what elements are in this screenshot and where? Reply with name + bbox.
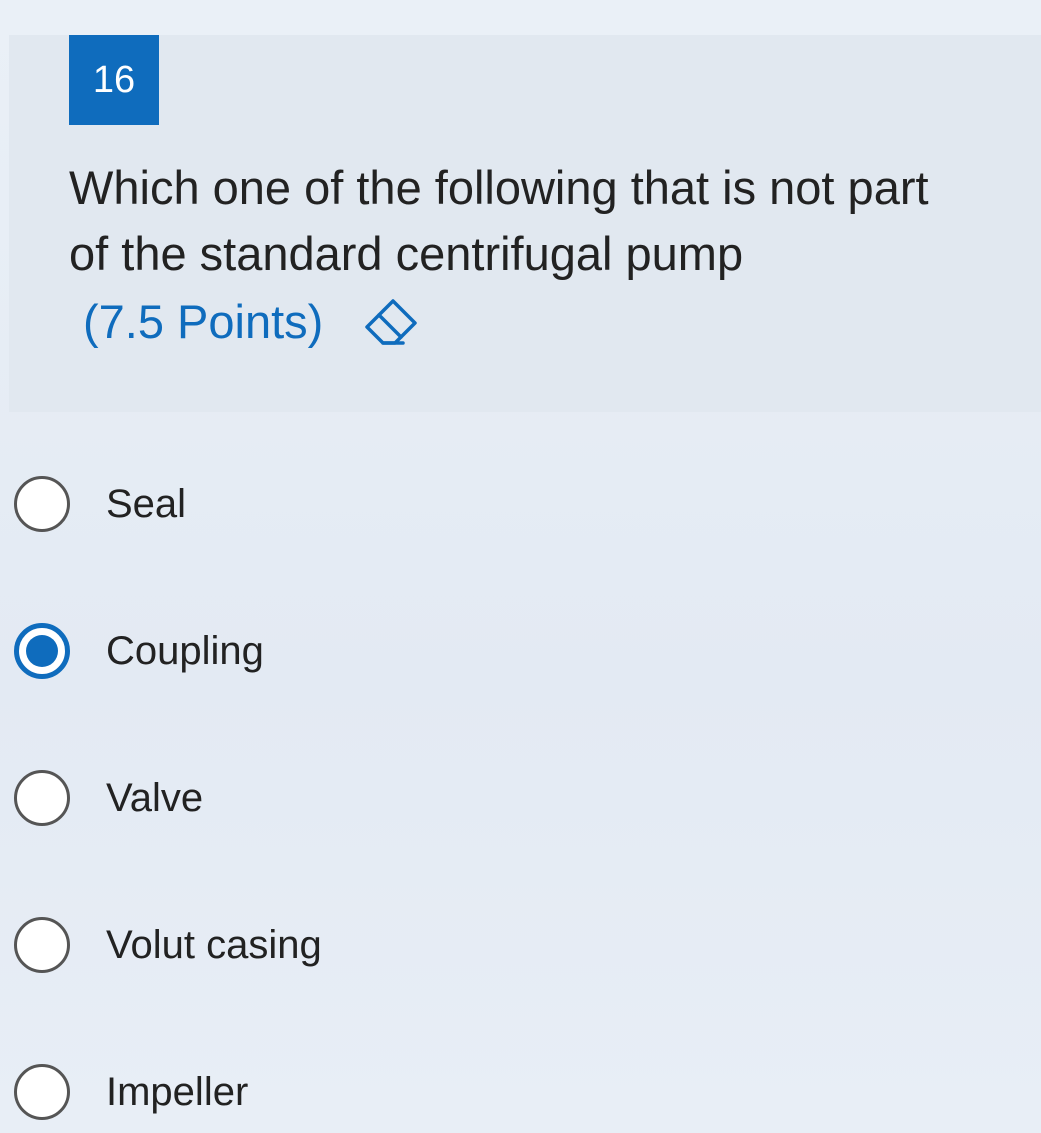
option-impeller[interactable]: Impeller (14, 1062, 248, 1122)
option-label: Impeller (106, 1069, 249, 1114)
option-seal[interactable]: Seal (14, 474, 186, 534)
radio-button[interactable] (14, 1064, 70, 1120)
radio-button[interactable] (14, 476, 70, 532)
eraser-icon[interactable] (359, 291, 419, 351)
radio-button-selected[interactable] (14, 623, 70, 679)
option-volut-casing[interactable]: Volut casing (14, 915, 322, 975)
points-label: (7.5 Points) (83, 294, 324, 348)
option-coupling[interactable]: Coupling (14, 621, 264, 681)
option-label: Seal (106, 481, 187, 526)
option-label: Coupling (106, 628, 264, 673)
option-label: Volut casing (106, 922, 322, 967)
question-card: 16 Which one of the following that is no… (9, 35, 1041, 412)
option-label: Valve (106, 775, 204, 820)
question-number-badge: 16 (69, 35, 159, 125)
question-text: Which one of the following that is not p… (69, 161, 929, 280)
points-line: (7.5 Points) (83, 291, 419, 351)
radio-button[interactable] (14, 917, 70, 973)
radio-button[interactable] (14, 770, 70, 826)
option-valve[interactable]: Valve (14, 768, 203, 828)
